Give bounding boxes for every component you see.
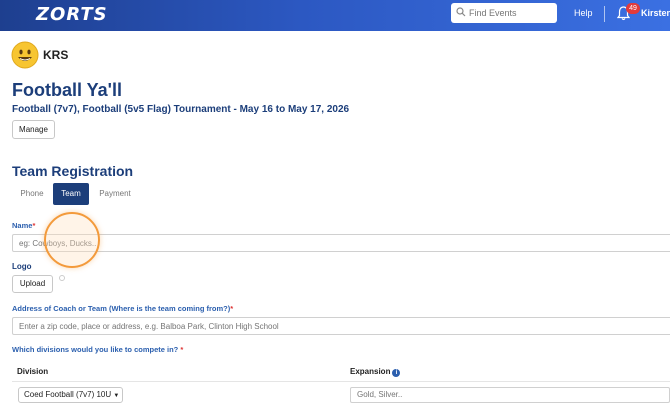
name-label: Name*: [12, 221, 35, 230]
name-label-text: Name: [12, 221, 33, 230]
tab-team[interactable]: Team: [53, 183, 89, 205]
event-subtitle: Football (7v7), Football (5v5 Flag) Tour…: [12, 104, 350, 115]
logo-label: Logo: [12, 262, 32, 271]
nav-divider: [604, 6, 605, 22]
division-select-value: Coed Football (7v7) 10U: [24, 390, 112, 399]
divisions-label-text: Which divisions would you like to compet…: [12, 345, 179, 354]
info-icon[interactable]: i: [392, 369, 401, 377]
team-name-input[interactable]: [12, 234, 670, 252]
manage-button[interactable]: Manage: [12, 120, 55, 139]
required-mark: *: [32, 221, 36, 230]
search-box[interactable]: [451, 3, 557, 23]
tab-phone[interactable]: Phone: [14, 183, 50, 205]
search-icon: [456, 7, 466, 17]
upload-status-indicator: [59, 275, 65, 281]
divisions-label: Which divisions would you like to compet…: [12, 345, 183, 354]
help-link[interactable]: Help: [574, 8, 593, 18]
required-mark: *: [180, 345, 184, 354]
zorts-logo[interactable]: ZORTS: [36, 4, 108, 25]
smiley-avatar-icon: [11, 41, 39, 69]
team-registration-heading: Team Registration: [12, 163, 134, 179]
upload-button[interactable]: Upload: [12, 275, 53, 293]
expansion-column-header: Expansion i: [350, 367, 401, 377]
event-title: Football Ya'll: [12, 80, 122, 100]
user-menu[interactable]: Kirsten: [641, 8, 670, 18]
division-column-header: Division: [17, 367, 49, 376]
address-label: Address of Coach or Team (Where is the t…: [12, 304, 233, 313]
division-select[interactable]: Coed Football (7v7) 10U ▼: [18, 387, 123, 403]
org-name: KRS: [43, 48, 69, 62]
expansion-column-label: Expansion: [350, 367, 391, 376]
notification-badge: 49: [626, 3, 640, 14]
divisions-table-header: Division Expansion i: [12, 362, 670, 382]
top-nav-bar: ZORTS Help 49 Kirsten: [0, 0, 670, 31]
expansion-input[interactable]: [350, 387, 670, 403]
click-highlight-indicator: [44, 212, 100, 268]
address-input[interactable]: [12, 317, 670, 335]
address-label-text: Address of Coach or Team (Where is the t…: [12, 304, 231, 313]
tab-payment[interactable]: Payment: [93, 183, 137, 205]
required-mark: *: [230, 304, 234, 313]
chevron-down-icon: ▼: [113, 393, 120, 399]
search-input[interactable]: [469, 4, 555, 22]
